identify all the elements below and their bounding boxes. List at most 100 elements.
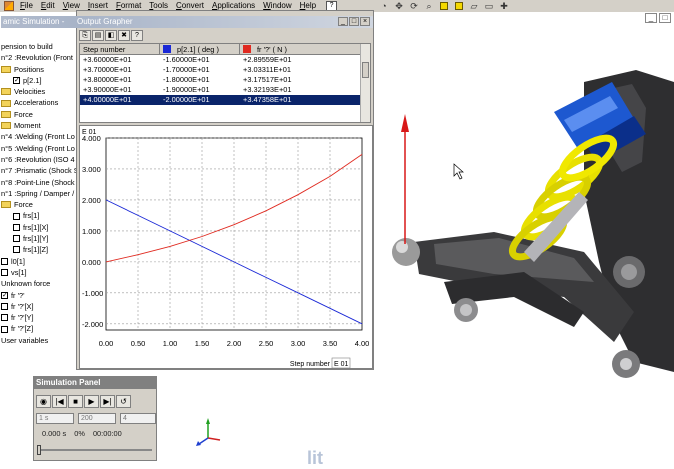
table-body: +3.60000E+01 -1.60000E+01 +2.89559E+01 +3.7… — [80, 55, 370, 105]
tree-item[interactable]: frs[1][Y] — [0, 233, 76, 244]
tree-item[interactable]: n°8 :Point-Line (Shock I — [0, 177, 76, 188]
table-row[interactable]: +3.90000E+01 -1.90000E+01 +3.32193E+01 — [80, 85, 370, 95]
tree-item[interactable]: ✓ p[2.1] — [0, 75, 76, 86]
tree-item[interactable]: n°6 :Revolution (ISO 4 — [0, 154, 76, 165]
tree-item[interactable]: n°2 :Revolution (Front — [0, 52, 76, 63]
plane-icon[interactable]: ▱ — [468, 1, 480, 11]
table-row[interactable]: +3.80000E+01 -1.80000E+01 +3.17517E+01 — [80, 75, 370, 85]
tree-checkbox[interactable] — [1, 325, 8, 333]
tree-item-label: frs[1][Z] — [23, 245, 49, 255]
table-row[interactable]: +4.00000E+01 -2.00000E+01 +3.47358E+01 — [80, 95, 370, 105]
loop-button[interactable]: ↺ — [116, 395, 131, 408]
move-icon[interactable]: ✥ — [393, 1, 405, 11]
x-tick-label: 0.50 — [131, 339, 146, 348]
delete-icon[interactable]: ✖ — [118, 30, 130, 41]
tree-checkbox[interactable]: ✓ — [13, 77, 20, 85]
simulation-controls: ◉ |◀ ■ ▶ ▶| ↺ — [34, 389, 156, 408]
tree-item[interactable]: vs[1] — [0, 267, 76, 278]
tree-item-label: n°1 :Spring / Damper / — [1, 188, 75, 198]
tree-item[interactable]: Force — [0, 199, 76, 210]
tree-item-label: Accelerations — [14, 98, 59, 108]
simulation-slider[interactable] — [37, 445, 152, 455]
x-unit-tag: E 01 — [334, 361, 349, 368]
circle-arrow-icon[interactable]: ◔ — [378, 1, 390, 11]
column-header-step[interactable]: Step number — [80, 44, 160, 54]
tree-item[interactable]: fr '?'[Z] — [0, 323, 76, 334]
tree-item[interactable]: Accelerations — [0, 97, 76, 108]
tree-item[interactable]: fr '?'[X] — [0, 301, 76, 312]
column-header-force[interactable]: fr '?' ( N ) — [240, 44, 362, 54]
simulation-title-prefix: amic Simulation - — [1, 16, 77, 28]
tree-checkbox[interactable] — [13, 235, 20, 243]
orbit-icon[interactable]: ✚ — [498, 1, 510, 11]
tree-item[interactable]: n°5 :Welding (Front Lo — [0, 143, 76, 154]
tree-checkbox[interactable] — [1, 302, 8, 310]
tree-item[interactable]: pension to build — [0, 41, 76, 52]
steps-field[interactable]: 200 — [78, 413, 116, 424]
tree-item[interactable]: Force — [0, 109, 76, 120]
tree-checkbox[interactable] — [1, 257, 8, 265]
tree-item[interactable]: frs[1][Z] — [0, 244, 76, 255]
zoom-icon[interactable]: ⌕ — [423, 1, 435, 11]
tree-checkbox[interactable] — [13, 223, 20, 231]
tree-checkbox[interactable] — [1, 269, 8, 277]
output-grapher-window: amic Simulation - Output Grapher _ □ × ⎘… — [1, 10, 374, 370]
tree-item[interactable]: Velocities — [0, 86, 76, 97]
cube-icon[interactable] — [438, 1, 450, 11]
tree-item-label: n°6 :Revolution (ISO 4 — [1, 154, 75, 164]
maximize-icon[interactable]: □ — [349, 17, 359, 26]
copy-icon[interactable]: ⎘ — [79, 30, 91, 41]
tree-item[interactable]: Unknown force — [0, 278, 76, 289]
table-scrollbar[interactable] — [360, 44, 370, 122]
tree-item-label: fr '?'[Y] — [11, 313, 34, 323]
tree-item[interactable]: ✓ fr '?' — [0, 290, 76, 301]
step-forward-button[interactable]: ▶| — [100, 395, 115, 408]
record-button[interactable]: ◉ — [36, 395, 51, 408]
tree-checkbox[interactable] — [13, 212, 20, 220]
maximize-icon[interactable]: □ — [659, 13, 671, 23]
tree-checkbox[interactable]: ✓ — [1, 291, 8, 299]
chart-area[interactable]: 0.00 0.50 1.00 1.50 2.00 2.50 3.00 3.50 4.00 4.00… — [79, 125, 373, 369]
menu-edit[interactable]: Edit — [37, 0, 59, 12]
tree-item[interactable]: fr '?'[Y] — [0, 312, 76, 323]
slider-knob[interactable] — [37, 445, 41, 455]
minimize-icon[interactable]: _ — [338, 17, 348, 26]
simulation-panel-title: Simulation Panel — [34, 377, 156, 389]
grapher-toolbar: ⎘ ▤ ◧ ✖ ? — [77, 29, 373, 42]
play-button[interactable]: ▶ — [84, 395, 99, 408]
table-icon[interactable]: ▤ — [92, 30, 104, 41]
menu-file[interactable]: File — [16, 0, 37, 12]
column-header-p21[interactable]: p[2.1] ( deg ) — [160, 44, 240, 54]
rewind-button[interactable]: |◀ — [52, 395, 67, 408]
rotate-icon[interactable]: ⟳ — [408, 1, 420, 11]
tree-item[interactable]: Positions — [0, 64, 76, 75]
tree-item-label: fr '?' — [11, 290, 25, 300]
tree-item[interactable]: n°1 :Spring / Damper / — [0, 188, 76, 199]
tree-item-label: frs[1] — [23, 211, 40, 221]
tree-checkbox[interactable] — [13, 246, 20, 254]
tree-checkbox[interactable] — [1, 314, 8, 322]
tree-item[interactable]: Moment — [0, 120, 76, 131]
duration-field[interactable]: 1 s — [36, 413, 74, 424]
graph-icon[interactable]: ◧ — [105, 30, 117, 41]
tree-item[interactable]: frs[1] — [0, 210, 76, 221]
tree-item[interactable]: frs[1][X] — [0, 222, 76, 233]
folder-icon — [1, 122, 11, 130]
cube-view-icon[interactable] — [453, 1, 465, 11]
tree-item[interactable]: l0[1] — [0, 256, 76, 267]
help-icon[interactable]: ? — [131, 30, 143, 41]
table-row[interactable]: +3.70000E+01 -1.70000E+01 +3.03311E+01 — [80, 65, 370, 75]
grapher-title[interactable]: Output Grapher — [77, 16, 373, 28]
tree-item-label: frs[1][Y] — [23, 234, 49, 244]
tree-item[interactable]: User variables — [0, 335, 76, 346]
3d-viewport[interactable]: _ □ — [374, 12, 674, 461]
minimize-icon[interactable]: _ — [645, 13, 657, 23]
rectangle-icon[interactable]: ▭ — [483, 1, 495, 11]
speed-select[interactable]: 4 — [120, 413, 156, 424]
tree-item[interactable]: n°7 :Prismatic (Shock S — [0, 165, 76, 176]
stop-button[interactable]: ■ — [68, 395, 83, 408]
values-table[interactable]: Step number p[2.1] ( deg ) fr '?' ( N ) … — [79, 43, 371, 123]
close-icon[interactable]: × — [360, 17, 370, 26]
tree-item[interactable]: n°4 :Welding (Front Lo — [0, 131, 76, 142]
table-row[interactable]: +3.60000E+01 -1.60000E+01 +2.89559E+01 — [80, 55, 370, 65]
